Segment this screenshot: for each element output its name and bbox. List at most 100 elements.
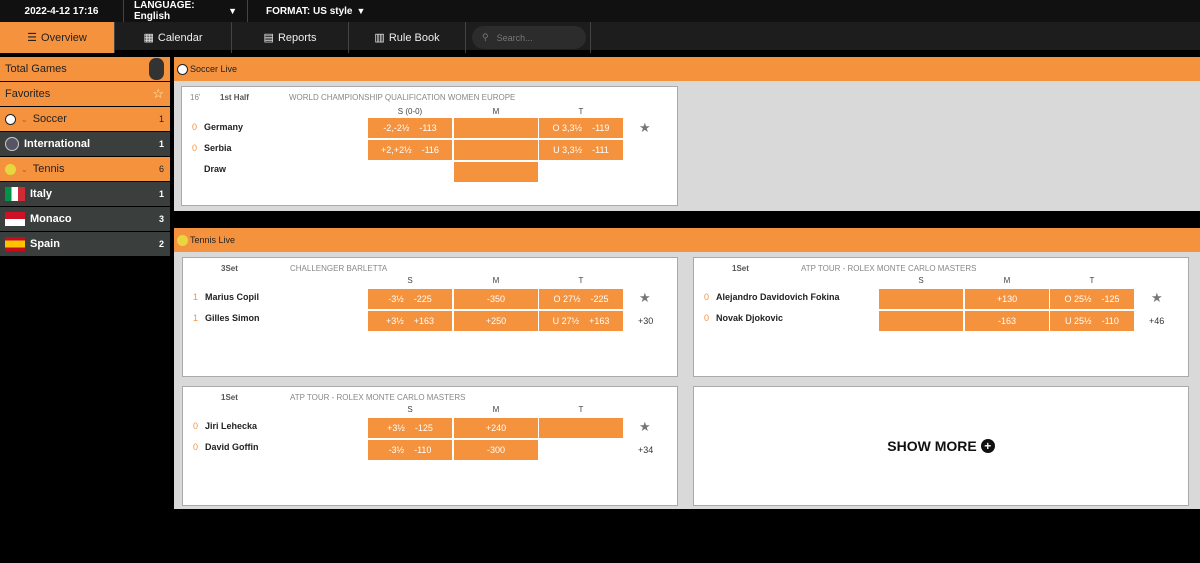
column-header-t: T <box>539 276 623 285</box>
odds-button[interactable]: +250 <box>454 311 538 331</box>
sidebar-favorites[interactable]: Favorites ☆ <box>0 82 170 107</box>
odds-button[interactable]: +2,+2½-116 <box>368 140 452 160</box>
player-row: 0Alejandro Davidovich Fokina <box>704 292 840 302</box>
match-card: 1Set ATP TOUR - ROLEX MONTE CARLO MASTER… <box>182 386 678 506</box>
odds-button[interactable] <box>879 289 963 309</box>
player-name: Novak Djokovic <box>716 313 783 323</box>
sidebar-toggle[interactable] <box>149 58 164 80</box>
language-select[interactable]: LANGUAGE: English ▼ <box>124 0 248 22</box>
player-row: 1Gilles Simon <box>193 313 260 323</box>
star-icon[interactable]: ★ <box>639 120 651 136</box>
player-row: 0Novak Djokovic <box>704 313 783 323</box>
odds-button[interactable]: +130 <box>965 289 1049 309</box>
odds-button[interactable]: -3½-110 <box>368 440 452 460</box>
format-label: FORMAT: <box>266 6 310 17</box>
team-name: Germany <box>204 122 243 132</box>
tab-rule-book-label: Rule Book <box>389 32 440 44</box>
odds-line: -3½ <box>388 294 404 304</box>
column-header-m: M <box>454 107 538 116</box>
show-more-card[interactable]: SHOW MORE + <box>693 386 1189 506</box>
odds-price: -113 <box>419 123 436 133</box>
odds-price: -225 <box>414 294 432 304</box>
language-value: English <box>134 11 170 22</box>
column-header-m: M <box>454 276 538 285</box>
odds-price: -125 <box>1102 294 1120 304</box>
favorites-label: Favorites <box>5 88 50 100</box>
star-icon[interactable]: ★ <box>639 419 651 435</box>
match-league: ATP TOUR - ROLEX MONTE CARLO MASTERS <box>801 264 976 273</box>
sidebar-item-label: International <box>24 138 90 150</box>
odds-button[interactable]: O 3,3½-119 <box>539 118 623 138</box>
odds-button[interactable]: -3½ -225 <box>368 289 452 309</box>
sidebar-item-tennis[interactable]: ⌄ Tennis 6 <box>0 157 170 182</box>
odds-price: -350 <box>487 294 505 304</box>
sidebar-item-italy[interactable]: Italy 1 <box>0 182 170 207</box>
globe-icon <box>5 137 19 151</box>
tab-calendar[interactable]: ▦ Calendar <box>115 22 232 53</box>
more-markets-link[interactable]: +46 <box>1149 316 1164 326</box>
tab-rule-book[interactable]: ▥ Rule Book <box>349 22 466 53</box>
spain-flag-icon <box>5 237 25 251</box>
odds-price: +163 <box>414 316 434 326</box>
tab-overview[interactable]: ☰ Overview <box>0 22 115 53</box>
more-markets-link[interactable]: +30 <box>638 316 653 326</box>
player-score: 0 <box>193 421 205 431</box>
odds-button[interactable] <box>879 311 963 331</box>
odds-button[interactable]: O 25½-125 <box>1050 289 1134 309</box>
odds-price: -110 <box>414 445 431 455</box>
team-score: 0 <box>192 122 204 132</box>
match-card: 1Set ATP TOUR - ROLEX MONTE CARLO MASTER… <box>693 257 1189 377</box>
match-league: CHALLENGER BARLETTA <box>290 264 387 273</box>
top-bar: 2022-4-12 17:16 LANGUAGE: English ▼ FORM… <box>0 0 1200 22</box>
player-row: 1Marius Copil <box>193 292 259 302</box>
odds-button[interactable]: +240 <box>454 418 538 438</box>
format-select[interactable]: FORMAT: US style ▼ <box>248 0 375 22</box>
sidebar-item-international[interactable]: International 1 <box>0 132 170 157</box>
odds-button[interactable] <box>454 140 538 160</box>
odds-button[interactable]: -300 <box>454 440 538 460</box>
odds-button[interactable] <box>539 418 623 438</box>
match-card: 3Set CHALLENGER BARLETTA S M T 1Marius C… <box>182 257 678 377</box>
sidebar-item-soccer[interactable]: ⌄ Soccer 1 <box>0 107 170 132</box>
player-name: David Goffin <box>205 442 259 452</box>
sidebar-item-spain[interactable]: Spain 2 <box>0 232 170 257</box>
odds-button[interactable] <box>454 118 538 138</box>
odds-button[interactable]: +3½+163 <box>368 311 452 331</box>
odds-button[interactable]: -2,-2½-113 <box>368 118 452 138</box>
sidebar-item-monaco[interactable]: Monaco 3 <box>0 207 170 232</box>
sidebar-total-games[interactable]: Total Games <box>0 57 170 82</box>
tennis-section-header: Tennis Live <box>174 228 1200 252</box>
tab-reports[interactable]: ▤ Reports <box>232 22 349 53</box>
star-icon[interactable]: ★ <box>1151 290 1163 306</box>
match-set: 3Set <box>221 264 238 273</box>
odds-button[interactable]: U 27½+163 <box>539 311 623 331</box>
sidebar-item-count: 2 <box>159 239 164 249</box>
more-markets-link[interactable]: +34 <box>638 445 653 455</box>
match-set: 1Set <box>732 264 749 273</box>
odds-button[interactable]: -350 <box>454 289 538 309</box>
odds-price: +240 <box>486 423 506 433</box>
odds-price: -111 <box>592 145 609 155</box>
chevron-down-icon: ⌄ <box>21 165 28 174</box>
odds-button[interactable]: +3½-125 <box>368 418 452 438</box>
star-icon[interactable]: ★ <box>639 290 651 306</box>
format-value: US style <box>313 6 352 17</box>
search-input[interactable]: ⚲ Search... <box>472 26 586 49</box>
italy-flag-icon <box>5 187 25 201</box>
tennis-ball-icon <box>5 164 16 175</box>
show-more-button[interactable]: SHOW MORE + <box>694 387 1188 505</box>
match-set: 1Set <box>221 393 238 402</box>
odds-button[interactable]: O 27½-225 <box>539 289 623 309</box>
odds-line: U 27½ <box>553 316 580 326</box>
odds-button[interactable]: U 3,3½-111 <box>539 140 623 160</box>
player-row: 0David Goffin <box>193 442 259 452</box>
odds-button[interactable]: -163 <box>965 311 1049 331</box>
search-placeholder: Search... <box>497 33 533 43</box>
odds-price: +130 <box>997 294 1017 304</box>
player-score: 0 <box>704 292 716 302</box>
odds-button[interactable]: U 25½-110 <box>1050 311 1134 331</box>
match-minute: 16' <box>190 93 200 102</box>
sidebar-item-label: Monaco <box>30 213 72 225</box>
odds-button[interactable] <box>454 162 538 182</box>
sidebar-item-label: Italy <box>30 188 52 200</box>
